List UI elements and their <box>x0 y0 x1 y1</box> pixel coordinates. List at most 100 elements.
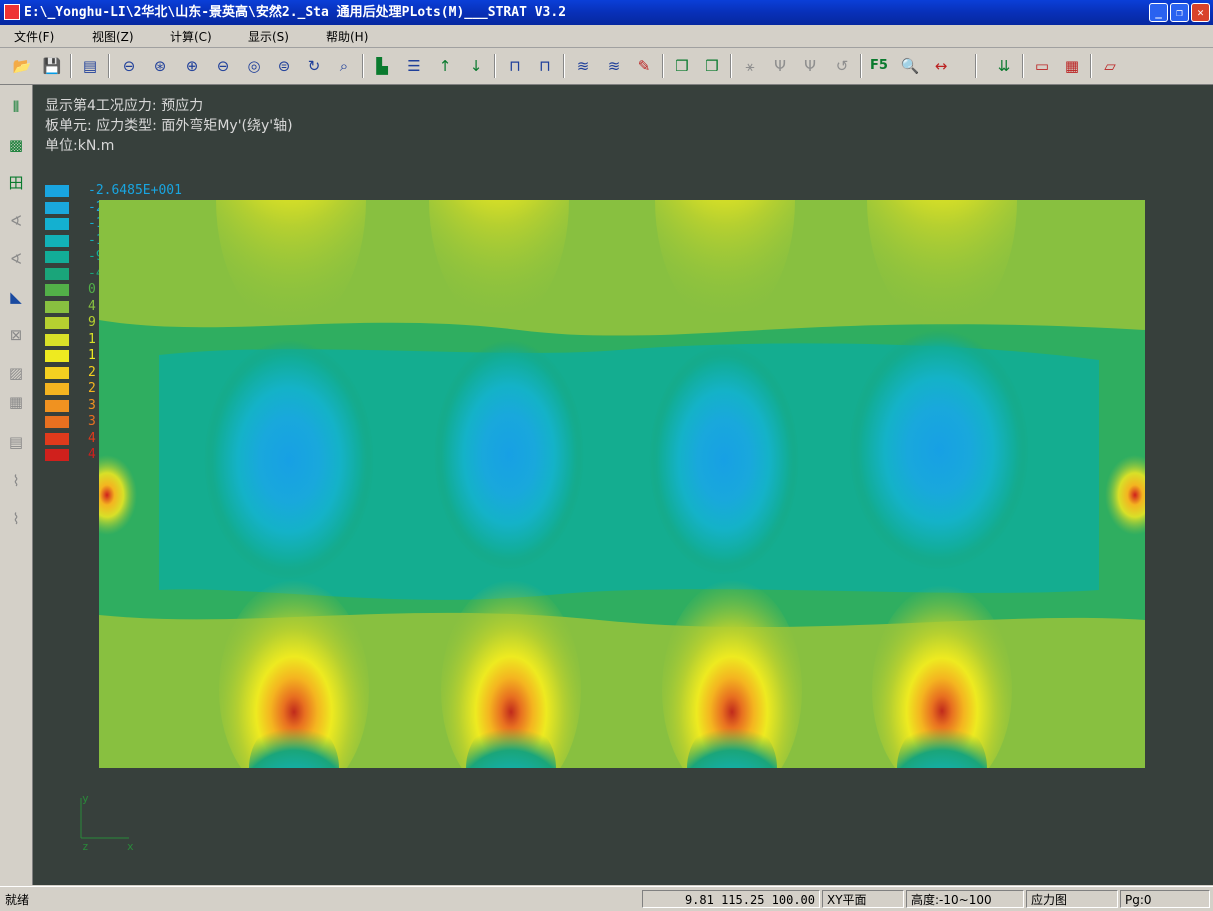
stress-type-label: 板单元: 应力类型: 面外弯矩My'(绕y'轴) <box>45 118 293 134</box>
toolbar-separator <box>730 54 732 78</box>
box-solid-icon[interactable]: ❒ <box>670 54 694 78</box>
close-button[interactable]: ✕ <box>1191 3 1210 22</box>
legend-swatch <box>45 185 69 197</box>
zoom-out-icon[interactable]: ⊖ <box>211 54 235 78</box>
legend-swatch <box>45 251 69 263</box>
arrow-down-icon[interactable]: ↓ <box>464 54 488 78</box>
toolbar-separator <box>108 54 110 78</box>
rotate-view-icon[interactable]: ↻ <box>302 54 326 78</box>
menu-bar: 文件(F) 视图(Z) 计算(C) 显示(S) 帮助(H) <box>0 25 1213 48</box>
stack-alt-icon[interactable]: ≋ <box>602 54 626 78</box>
legend-swatch <box>45 416 69 428</box>
legend-swatch <box>45 267 69 280</box>
open-file-icon[interactable]: 📂 <box>10 54 34 78</box>
zoom-all-icon[interactable]: ⊛ <box>148 54 172 78</box>
legend-swatch <box>45 300 69 313</box>
menu-display[interactable]: 显示(S) <box>248 28 289 45</box>
toolbar-separator <box>494 54 496 78</box>
maximize-button[interactable]: ❐ <box>1170 3 1189 22</box>
disabled-tool-icon: ↺ <box>835 57 849 75</box>
slope-icon[interactable]: ◣ <box>4 285 28 309</box>
legend-swatch <box>45 234 69 247</box>
status-ready: 就绪 <box>5 893 30 907</box>
spring-icon[interactable]: ⌇ <box>4 469 28 493</box>
menu-view[interactable]: 视图(Z) <box>92 28 134 45</box>
toolbar-separator <box>1090 54 1092 78</box>
measure-icon[interactable]: ↔ <box>929 54 953 78</box>
disabled-tool-icon: Ψ <box>774 57 786 75</box>
plate-icon[interactable]: ▱ <box>1098 54 1122 78</box>
legend-swatch <box>45 333 69 346</box>
pan-icon[interactable]: ⌕ <box>332 54 356 78</box>
load-case-label: 显示第4工况应力: 预应力 <box>45 98 204 114</box>
zoom-in-icon[interactable]: ⊕ <box>180 54 204 78</box>
section-icon[interactable]: ▙ <box>370 54 394 78</box>
slab-hatch-icon[interactable]: ▨ <box>4 361 28 385</box>
angle-icon[interactable]: ∢ <box>4 209 28 233</box>
legend-swatch <box>45 366 69 379</box>
edit-layers-icon[interactable]: ✎ <box>632 54 656 78</box>
legend-swatch <box>45 383 69 395</box>
toolbar-separator <box>1022 54 1024 78</box>
legend-swatch <box>45 284 69 296</box>
box-wire-icon[interactable]: ❒ <box>700 54 724 78</box>
window-title: E:\_Yonghu-LI\2华北\山东-景英高\安然2._Sta 通用后处理P… <box>24 5 567 20</box>
minimize-button[interactable]: _ <box>1149 3 1168 22</box>
legend-swatch <box>45 399 69 412</box>
slab-grid-icon[interactable]: ▦ <box>4 390 28 414</box>
f5-button[interactable]: F5 <box>867 54 891 78</box>
status-height: 高度:-10~100 <box>906 890 1024 908</box>
status-view-mode: 应力图 <box>1026 890 1118 908</box>
slab-3d-icon[interactable]: ▤ <box>4 430 28 454</box>
toolbar-separator <box>662 54 664 78</box>
search-icon[interactable]: 🔍 <box>898 54 922 78</box>
unit-label: 单位:kN.m <box>45 138 115 154</box>
status-coordinates: 9.81 115.25 100.00 <box>642 890 820 908</box>
legend-swatch <box>45 317 69 329</box>
axis-indicator: y z x <box>73 790 143 860</box>
toolbar-separator <box>860 54 862 78</box>
beam-icon[interactable]: ▭ <box>1030 54 1054 78</box>
toolbar-separator <box>70 54 72 78</box>
axis-z-label: z <box>82 840 89 853</box>
toolbar-separator <box>975 54 977 78</box>
left-toolbar: ⫴ ▩ 田 ∢ ∢ ◣ ⊠ ▨ ▦ ▤ ⌇ ⌇ <box>0 85 33 885</box>
toolbar-separator <box>563 54 565 78</box>
member-icon[interactable]: ▩ <box>4 133 28 157</box>
grid-beams-icon[interactable]: 田 <box>4 171 28 195</box>
legend-swatch <box>45 432 69 445</box>
table-icon[interactable]: ▦ <box>1060 54 1084 78</box>
toolbar-separator <box>362 54 364 78</box>
menu-file[interactable]: 文件(F) <box>14 28 54 45</box>
elevation-alt-icon[interactable]: ⊓ <box>533 54 557 78</box>
brace-icon[interactable]: ⊠ <box>4 323 28 347</box>
app-icon <box>4 4 20 20</box>
toolbar: 📂 💾 ▤ ⊖ ⊛ ⊕ ⊖ ◎ ⊜ ↻ ⌕ ▙ ☰ ↑ ↓ ⊓ ⊓ ≋ ≋ ✎ … <box>0 48 1213 85</box>
stack-icon[interactable]: ≋ <box>571 54 595 78</box>
legend-swatch <box>45 350 69 362</box>
title-bar: E:\_Yonghu-LI\2华北\山东-景英高\安然2._Sta 通用后处理P… <box>0 0 1213 25</box>
zoom-window-icon[interactable]: ⊖ <box>117 54 141 78</box>
column-icon[interactable]: ⫴ <box>4 95 28 119</box>
save-icon[interactable]: 💾 <box>40 54 64 78</box>
arrow-up-icon[interactable]: ↑ <box>433 54 457 78</box>
menu-help[interactable]: 帮助(H) <box>326 28 368 45</box>
zoom-previous-icon[interactable]: ◎ <box>242 54 266 78</box>
elevation-icon[interactable]: ⊓ <box>503 54 527 78</box>
legend-swatch <box>45 218 69 230</box>
layers-icon[interactable]: ☰ <box>402 54 426 78</box>
angle-alt-icon[interactable]: ∢ <box>4 247 28 271</box>
menu-calculate[interactable]: 计算(C) <box>170 28 212 45</box>
axis-x-label: x <box>127 840 134 853</box>
contour-plot[interactable] <box>99 200 1145 768</box>
legend-swatch <box>45 201 69 214</box>
print-icon[interactable]: ▤ <box>78 54 102 78</box>
status-page: Pg:0 <box>1120 890 1210 908</box>
zoom-extents-icon[interactable]: ⊜ <box>272 54 296 78</box>
spring-alt-icon[interactable]: ⌇ <box>4 507 28 531</box>
status-bar: 就绪 9.81 115.25 100.00 XY平面 高度:-10~100 应力… <box>0 886 1213 911</box>
disabled-tool-icon: ⚹ <box>745 57 755 75</box>
dimension-icon[interactable]: ⇊ <box>992 54 1016 78</box>
legend-swatch <box>45 449 69 461</box>
drawing-canvas[interactable]: 显示第4工况应力: 预应力 板单元: 应力类型: 面外弯矩My'(绕y'轴) 单… <box>33 85 1213 885</box>
